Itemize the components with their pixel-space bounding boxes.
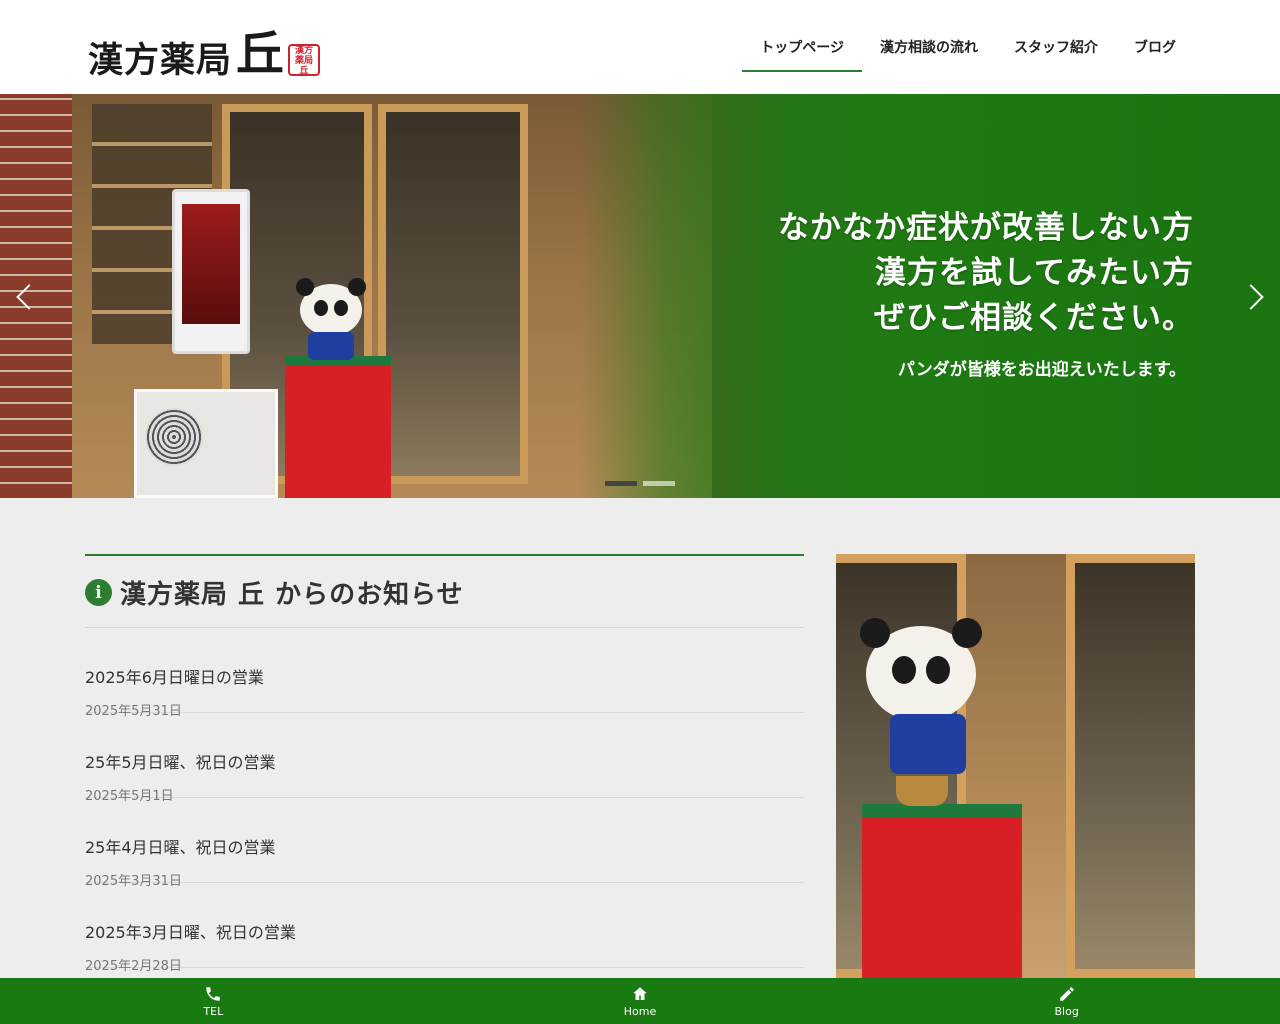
home-button[interactable]: Home xyxy=(427,978,854,1024)
news-item[interactable]: 2025年3月日曜、祝日の営業 2025年2月28日 xyxy=(85,883,804,974)
pencil-icon xyxy=(1059,987,1074,1001)
hero-message: なかなか症状が改善しない方 漢方を試してみたい方 ぜひご相談ください。 パンダが… xyxy=(778,206,1194,380)
home-icon xyxy=(633,987,647,1000)
main-nav: トップページ 漢方相談の流れ スタッフ紹介 ブログ xyxy=(742,0,1194,94)
slider-next-icon[interactable] xyxy=(1244,280,1268,314)
nav-item-consultation-flow[interactable]: 漢方相談の流れ xyxy=(862,0,996,94)
nav-item-top[interactable]: トップページ xyxy=(742,0,862,94)
hero-line-3: ぜひご相談ください。 xyxy=(874,300,1194,336)
slider-prev-icon[interactable] xyxy=(12,280,36,314)
hero-subtext: パンダが皆様をお出迎えいたします。 xyxy=(897,360,1186,380)
news-item-title[interactable]: 2025年6月日曜日の営業 xyxy=(85,664,804,688)
panda-photo xyxy=(836,554,1195,978)
phone-icon xyxy=(206,987,221,1001)
news-header: i 漢方薬局 丘 からのお知らせ xyxy=(85,554,804,628)
news-section: i 漢方薬局 丘 からのお知らせ 2025年6月日曜日の営業 2025年5月31… xyxy=(85,554,804,974)
blog-label: Blog xyxy=(1054,1005,1079,1018)
nav-item-staff[interactable]: スタッフ紹介 xyxy=(996,0,1116,94)
logo-seal-icon: 漢方薬局丘 xyxy=(288,44,321,76)
blog-button[interactable]: Blog xyxy=(853,978,1280,1024)
news-item-title[interactable]: 2025年3月日曜、祝日の営業 xyxy=(85,919,804,943)
news-title: 漢方薬局 丘 からのお知らせ xyxy=(120,580,464,610)
site-header: 漢方薬局 丘 漢方薬局丘 トップページ 漢方相談の流れ スタッフ紹介 ブログ xyxy=(0,0,1280,94)
news-item-date: 2025年2月28日 xyxy=(85,959,182,974)
slider-indicators xyxy=(605,481,675,486)
hero-line-1: なかなか症状が改善しない方 xyxy=(778,210,1194,246)
home-label: Home xyxy=(623,1005,657,1018)
news-item[interactable]: 25年5月日曜、祝日の営業 2025年5月1日 xyxy=(85,713,804,804)
bottom-action-bar: TEL Home Blog xyxy=(0,978,1280,1024)
news-item[interactable]: 2025年6月日曜日の営業 2025年5月31日 xyxy=(85,628,804,719)
logo-kanji: 丘 xyxy=(236,26,285,82)
news-item[interactable]: 25年4月日曜、祝日の営業 2025年3月31日 xyxy=(85,798,804,889)
site-logo[interactable]: 漢方薬局 丘 漢方薬局丘 xyxy=(88,22,321,82)
news-item-title[interactable]: 25年5月日曜、祝日の営業 xyxy=(85,749,804,773)
hero-slider: なかなか症状が改善しない方 漢方を試してみたい方 ぜひご相談ください。 パンダが… xyxy=(0,94,1280,498)
news-item-title[interactable]: 25年4月日曜、祝日の営業 xyxy=(85,834,804,858)
nav-item-blog[interactable]: ブログ xyxy=(1116,0,1194,94)
logo-text: 漢方薬局 xyxy=(88,40,233,81)
tel-label: TEL xyxy=(203,1005,224,1018)
slider-indicator-1[interactable] xyxy=(605,481,637,486)
slider-indicator-2[interactable] xyxy=(643,481,675,486)
info-icon: i xyxy=(85,579,112,606)
hero-line-2: 漢方を試してみたい方 xyxy=(874,255,1194,291)
tel-button[interactable]: TEL xyxy=(0,978,427,1024)
